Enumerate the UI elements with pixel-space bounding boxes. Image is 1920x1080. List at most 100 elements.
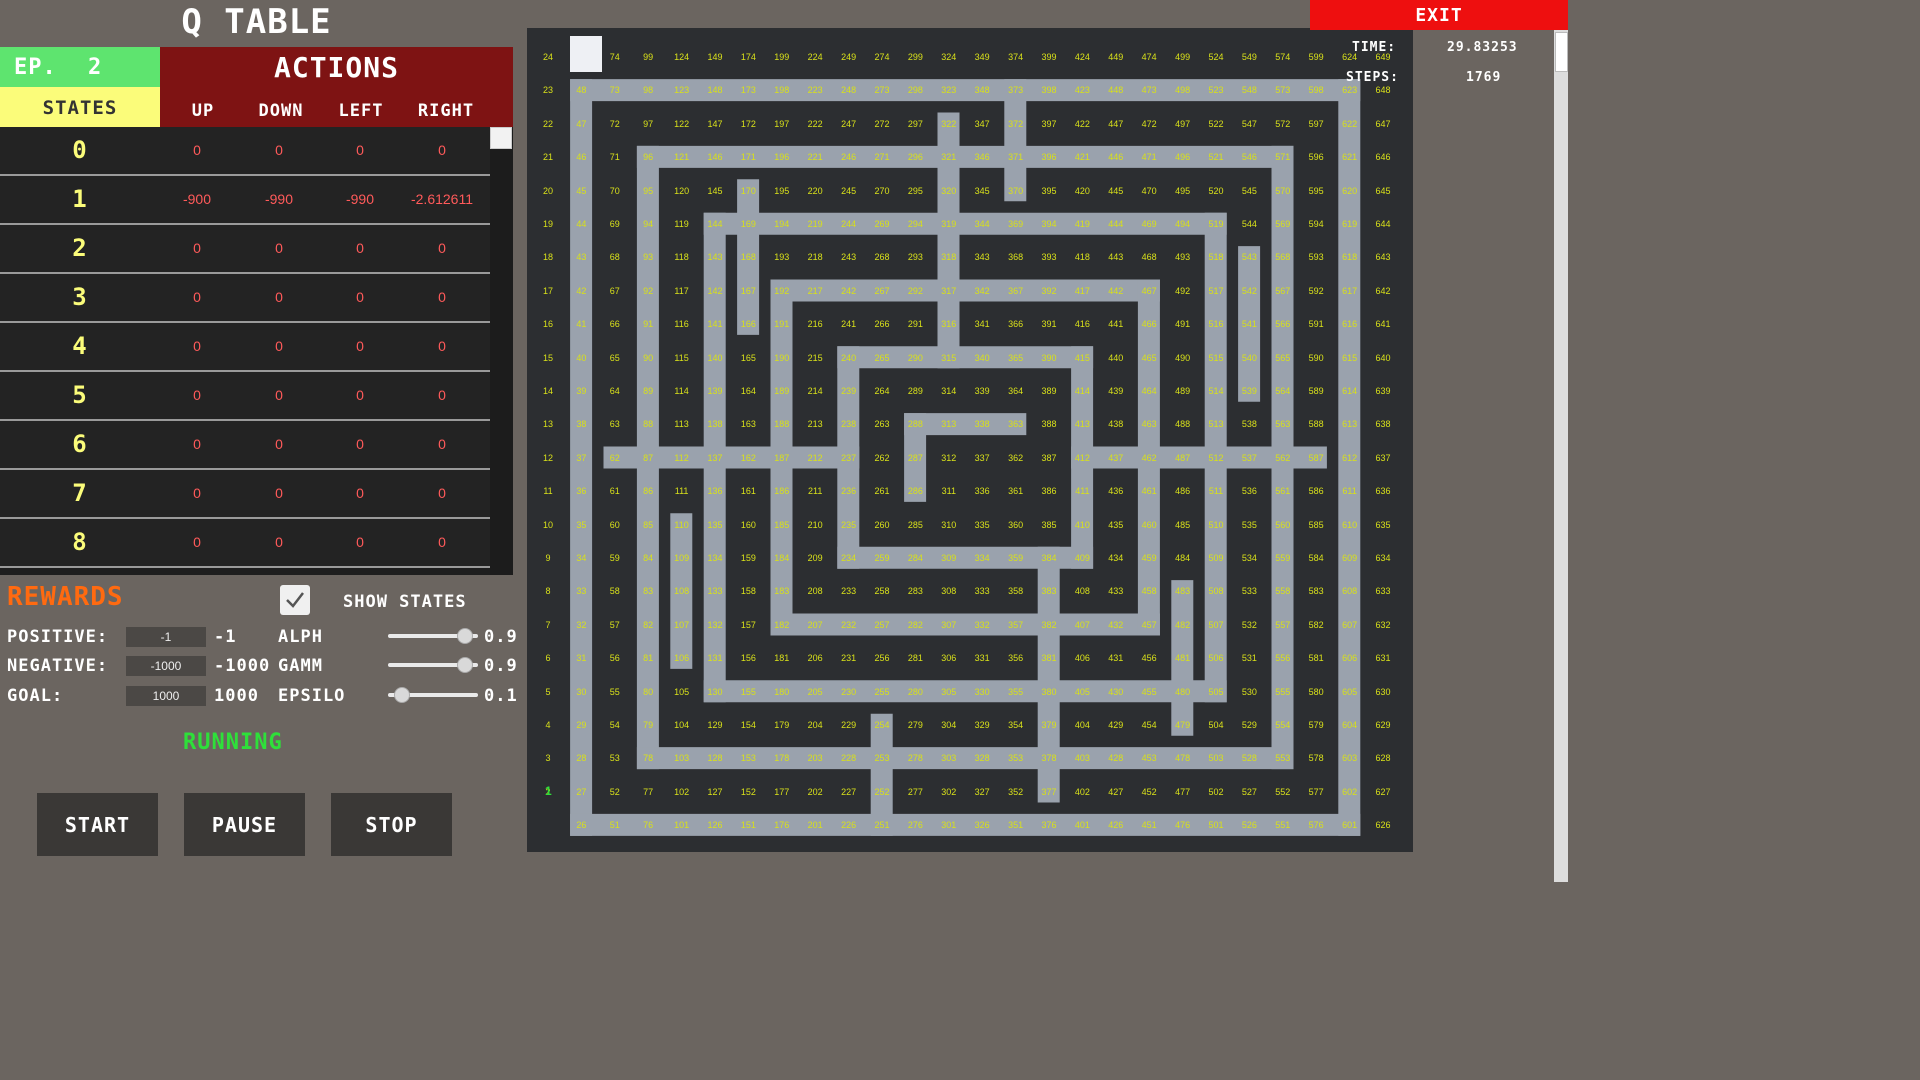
maze-state-number: 613 [1342, 419, 1358, 430]
maze-state-number: 286 [907, 486, 923, 497]
maze-state-number: 418 [1074, 252, 1090, 263]
maze-state-number: 426 [1108, 820, 1124, 831]
maze-state-number: 522 [1208, 118, 1224, 129]
maze-state-number: 611 [1342, 486, 1357, 497]
gamma-slider[interactable] [388, 657, 478, 673]
maze-state-number: 523 [1208, 85, 1224, 96]
maze-state-number: 18 [542, 252, 553, 263]
maze-state-number: 357 [1008, 619, 1024, 630]
maze-state-number: 43 [576, 252, 587, 263]
maze-state-number: 180 [774, 686, 790, 697]
maze-state-number: 539 [1241, 386, 1257, 396]
maze-state-number: 505 [1208, 686, 1224, 697]
maze-state-number: 98 [643, 85, 654, 96]
q-value-up: 0 [193, 338, 201, 354]
qtable-row: 1 -900 -990 -990 -2.612611 [0, 176, 490, 225]
maze-state-number: 569 [1275, 219, 1291, 229]
maze-state-number: 396 [1041, 152, 1057, 163]
maze-state-number: 71 [609, 152, 620, 163]
maze-state-number: 135 [707, 519, 723, 530]
maze-state-number: 127 [707, 786, 723, 797]
maze-state-number: 10 [542, 519, 553, 530]
maze-state-number: 332 [974, 619, 990, 630]
maze-state-number: 158 [740, 586, 756, 597]
maze-state-number: 540 [1241, 352, 1257, 363]
maze-state-number: 466 [1141, 319, 1157, 330]
maze-state-number: 448 [1108, 85, 1124, 96]
maze-state-number: 77 [643, 786, 654, 797]
maze-state-number: 293 [907, 252, 923, 263]
maze-state-number: 376 [1041, 820, 1057, 831]
maze-state-number: 358 [1008, 586, 1024, 597]
maze-state-number: 434 [1108, 553, 1124, 563]
maze-state-number: 169 [740, 219, 756, 229]
show-states-checkbox[interactable] [280, 585, 310, 615]
alpha-slider[interactable] [388, 628, 478, 644]
maze-state-number: 545 [1241, 185, 1257, 196]
maze-state-number: 28 [576, 753, 587, 764]
qtable-rows[interactable]: 0 0 0 0 0 1 -900 -990 -990 -2.612611 2 0 0 0 0 3 0 0 0 0 4 0 0… [0, 127, 513, 575]
maze-state-number: 72 [609, 118, 620, 129]
maze-state-number: 538 [1241, 419, 1257, 430]
maze-state-number: 242 [841, 285, 857, 296]
maze-state-number: 301 [941, 820, 957, 831]
maze-state-number: 394 [1041, 219, 1057, 229]
maze-state-number: 367 [1008, 285, 1024, 296]
maze-state-number: 203 [807, 753, 823, 764]
maze-state-number: 236 [841, 486, 857, 497]
maze-state-number: 501 [1208, 820, 1224, 831]
maze-state-number: 362 [1008, 452, 1024, 463]
maze-state-number: 346 [974, 152, 990, 163]
pause-button[interactable]: PAUSE [184, 793, 305, 856]
maze-state-number: 208 [807, 586, 823, 597]
right-scroll-thumb[interactable] [1555, 32, 1568, 72]
qtable-scrollbar[interactable] [490, 127, 513, 575]
time-value: 29.83253 [1447, 40, 1518, 55]
maze-state-number: 166 [740, 319, 756, 330]
maze-state-number: 560 [1275, 519, 1291, 530]
maze-state-number: 55 [609, 686, 620, 697]
negative-reward-input[interactable] [126, 656, 206, 676]
maze-state-number: 398 [1041, 85, 1057, 96]
maze-state-number: 50 [598, 842, 632, 852]
start-button[interactable]: START [37, 793, 158, 856]
maze-state-number: 576 [1308, 820, 1324, 831]
maze-state-number: 314 [941, 386, 957, 396]
gamma-slider-handle[interactable] [457, 657, 473, 673]
q-value-up: 0 [193, 142, 201, 158]
maze-state-number: 337 [974, 452, 990, 463]
stop-button[interactable]: STOP [331, 793, 452, 856]
maze-state-number: 364 [1008, 386, 1024, 396]
state-id: 2 [72, 234, 88, 262]
maze-state-number: 168 [740, 252, 756, 263]
maze-state-number: 329 [974, 720, 990, 730]
maze-state-number: 267 [874, 285, 890, 296]
maze-state-number: 313 [941, 419, 957, 430]
maze-state-number: 642 [1375, 285, 1391, 296]
exit-button[interactable]: EXIT [1310, 0, 1568, 30]
maze-state-number: 104 [674, 720, 690, 730]
maze-state-number: 40 [576, 352, 587, 363]
alpha-slider-handle[interactable] [457, 628, 473, 644]
maze-state-number: 177 [774, 786, 790, 797]
maze-state-number: 182 [774, 619, 790, 630]
maze-state-number: 19 [542, 219, 553, 229]
maze-state-number: 604 [1342, 720, 1358, 730]
qtable-row: 5 0 0 0 0 [0, 372, 490, 421]
maze-state-number: 548 [1241, 85, 1257, 96]
maze-state-number: 74 [609, 52, 620, 62]
epsilon-slider-handle[interactable] [394, 687, 410, 703]
maze-state-number: 527 [1241, 786, 1257, 797]
right-scrollbar[interactable] [1554, 30, 1568, 882]
maze-state-number: 14 [542, 386, 553, 396]
qtable-scroll-thumb[interactable] [490, 127, 512, 149]
maze-state-number: 614 [1342, 386, 1358, 396]
maze-state-number: 543 [1241, 252, 1257, 263]
positive-reward-input[interactable] [126, 627, 206, 647]
epsilon-slider[interactable] [388, 687, 478, 703]
maze-state-number: 259 [874, 553, 890, 563]
q-value-left: 0 [356, 240, 364, 256]
maze-state-number: 136 [707, 486, 723, 497]
goal-reward-input[interactable] [126, 686, 206, 706]
maze-state-number: 414 [1074, 386, 1090, 396]
